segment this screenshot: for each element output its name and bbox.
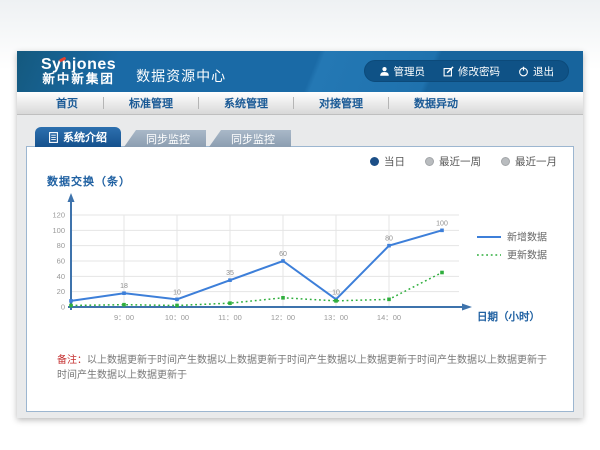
app-window: Synjones 新中新集团 数据资源中心 管理员 修改密码 xyxy=(17,51,583,418)
nav-item[interactable]: 首页 xyxy=(31,95,103,111)
content-area: 系统介绍同步监控同步监控 当日最近一周最近一月 数据交换（条） 02040608… xyxy=(17,127,583,412)
change-password-label: 修改密码 xyxy=(458,64,500,79)
svg-text:20: 20 xyxy=(57,287,65,296)
svg-text:100: 100 xyxy=(436,220,448,227)
user-button[interactable]: 管理员 xyxy=(379,64,426,79)
user-button-label: 管理员 xyxy=(394,64,426,79)
document-icon xyxy=(49,132,58,143)
logo-text-cn: 新中新集团 xyxy=(41,73,116,86)
svg-text:9：00: 9：00 xyxy=(114,313,134,322)
page-title: 数据资源中心 xyxy=(136,66,226,86)
period-option[interactable]: 最近一周 xyxy=(425,154,481,169)
tab-label: 系统介绍 xyxy=(63,129,107,145)
power-icon xyxy=(518,66,529,77)
main-nav: 首页标准管理系统管理对接管理数据异动 xyxy=(17,92,583,115)
logout-button[interactable]: 退出 xyxy=(518,64,554,79)
tab[interactable]: 同步监控 xyxy=(124,130,206,147)
svg-text:18: 18 xyxy=(120,283,128,290)
svg-text:40: 40 xyxy=(57,272,65,281)
header: Synjones 新中新集团 数据资源中心 管理员 修改密码 xyxy=(17,51,583,92)
tab-bar: 系统介绍 同步监控 同步监控 xyxy=(35,127,583,147)
change-password-button[interactable]: 修改密码 xyxy=(443,64,500,79)
line-chart: 0 20 40 60 80 100 120 9：00 10：00 11：00 12：00 13：00 1… xyxy=(31,187,583,337)
svg-text:60: 60 xyxy=(57,257,65,266)
period-option-label: 当日 xyxy=(384,154,405,169)
radio-icon xyxy=(501,157,510,166)
footnote-text: 以上数据更新于时间产生数据以上数据更新于时间产生数据以上数据更新于时间产生数据以… xyxy=(57,355,547,381)
svg-text:12：00: 12：00 xyxy=(271,313,295,322)
svg-text:80: 80 xyxy=(385,236,393,243)
content-panel: 当日最近一周最近一月 数据交换（条） 0204060801001209：0010… xyxy=(26,146,574,412)
tab-label: 同步监控 xyxy=(231,131,275,147)
svg-text:120: 120 xyxy=(52,211,65,220)
nav-item[interactable]: 数据异动 xyxy=(389,95,483,111)
nav-item[interactable]: 系统管理 xyxy=(199,95,293,111)
svg-text:0: 0 xyxy=(61,303,65,312)
logo: Synjones 新中新集团 xyxy=(41,57,116,87)
user-icon xyxy=(379,66,390,77)
svg-text:35: 35 xyxy=(226,270,234,277)
edit-icon xyxy=(443,66,454,77)
legend-label: 更新数据 xyxy=(507,249,547,262)
svg-text:80: 80 xyxy=(57,241,65,250)
logo-text-en: Synjones xyxy=(41,57,116,74)
nav-item[interactable]: 对接管理 xyxy=(294,95,388,111)
tab[interactable]: 系统介绍 xyxy=(35,127,121,147)
period-option[interactable]: 当日 xyxy=(370,154,405,169)
legend-label: 新增数据 xyxy=(507,231,547,244)
period-option-label: 最近一周 xyxy=(439,154,481,169)
radio-icon xyxy=(370,157,379,166)
svg-text:日期（小时）: 日期（小时） xyxy=(477,310,540,323)
logout-button-label: 退出 xyxy=(533,64,554,79)
period-option[interactable]: 最近一月 xyxy=(501,154,557,169)
svg-text:10: 10 xyxy=(332,289,340,296)
period-selector: 当日 最近一周 最近一月 xyxy=(370,154,557,169)
svg-text:100: 100 xyxy=(52,226,65,235)
tab[interactable]: 同步监控 xyxy=(209,130,291,147)
footnote: 备注：以上数据更新于时间产生数据以上数据更新于时间产生数据以上数据更新于时间产生… xyxy=(57,353,547,383)
radio-icon xyxy=(425,157,434,166)
nav-item[interactable]: 标准管理 xyxy=(104,95,198,111)
svg-text:10: 10 xyxy=(173,289,181,296)
header-actions: 管理员 修改密码 退出 xyxy=(364,60,570,82)
svg-text:11：00: 11：00 xyxy=(218,313,242,322)
svg-text:60: 60 xyxy=(279,251,287,258)
footnote-label: 备注： xyxy=(57,355,87,366)
period-option-label: 最近一月 xyxy=(515,154,557,169)
svg-text:14：00: 14：00 xyxy=(377,313,401,322)
svg-text:13：00: 13：00 xyxy=(324,313,348,322)
tab-label: 同步监控 xyxy=(146,131,190,147)
svg-text:10：00: 10：00 xyxy=(165,313,189,322)
